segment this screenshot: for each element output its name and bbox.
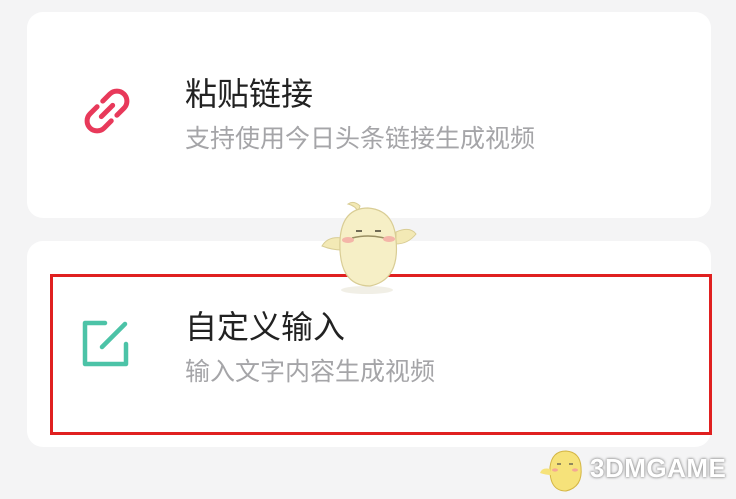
custom-input-title: 自定义输入	[185, 308, 346, 346]
paste-link-subtitle: 支持使用今日头条链接生成视频	[185, 124, 536, 153]
link-icon	[84, 88, 130, 134]
custom-input-subtitle: 输入文字内容生成视频	[185, 357, 436, 386]
paste-link-option[interactable]: 粘贴链接 支持使用今日头条链接生成视频	[27, 12, 711, 218]
mascot-icon	[321, 201, 417, 294]
mascot-icon	[540, 450, 582, 492]
paste-link-title: 粘贴链接	[185, 75, 314, 113]
watermark: 3DMGAME	[538, 445, 734, 497]
watermark-text: 3DMGAME	[590, 453, 727, 483]
edit-icon	[82, 320, 129, 367]
